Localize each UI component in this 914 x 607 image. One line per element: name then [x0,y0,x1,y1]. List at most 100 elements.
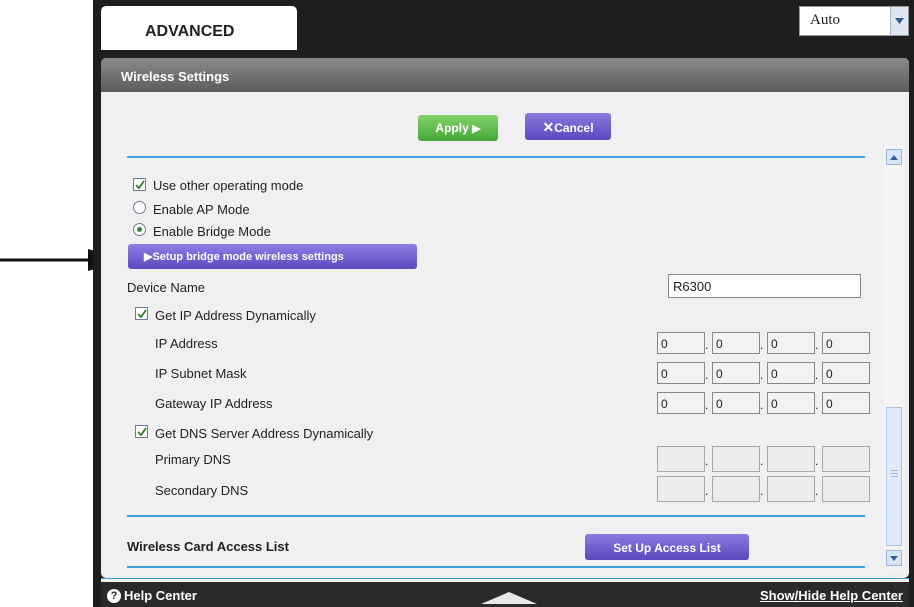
octet-separator: . [760,338,764,352]
octet-value: 0 [661,337,668,351]
device-name-label: Device Name [127,280,206,295]
octet-value: 0 [716,337,723,351]
secondary-dns-octet-1[interactable] [657,476,705,502]
ip-address-octet-4[interactable]: 0 [822,332,870,354]
bridge-mode-label: Enable Bridge Mode [153,224,271,239]
primary-dns-octet-4[interactable] [822,446,870,472]
help-center-link[interactable]: ? Help Center [107,588,197,603]
checkmark-icon [136,427,147,436]
octet-value: 0 [826,397,833,411]
octet-value: 0 [716,367,723,381]
panel-title: Wireless Settings [101,58,909,92]
play-triangle-icon: ▶ [472,123,481,135]
primary-dns-octet-3[interactable] [767,446,815,472]
language-select[interactable]: Auto [799,6,909,36]
octet-separator: . [705,368,709,382]
router-admin-window: ADVANCED Auto Wireless Settings Apply ▶ … [93,0,914,607]
tab-advanced[interactable]: ADVANCED [101,6,297,50]
scrollbar-thumb[interactable] [886,407,902,546]
cancel-button[interactable]: ✕Cancel [525,113,611,140]
language-select-value: Auto [810,12,840,28]
octet-separator: . [705,338,709,352]
setup-bridge-mode-button[interactable]: ▶Setup bridge mode wireless settings [128,244,417,269]
octet-value: 0 [716,397,723,411]
octet-value: 0 [771,397,778,411]
octet-separator: . [815,338,819,352]
get-dns-dynamically-label: Get DNS Server Address Dynamically [155,426,374,441]
checkmark-icon [136,309,147,318]
octet-separator: . [815,454,819,468]
subnet-mask-octet-4[interactable]: 0 [822,362,870,384]
scroll-down-icon[interactable] [886,550,902,566]
primary-dns-octet-2[interactable] [712,446,760,472]
gateway-ip-octet-3[interactable]: 0 [767,392,815,414]
octet-separator: . [705,398,709,412]
help-center-label: Help Center [124,588,197,603]
expand-help-handle[interactable] [481,592,537,604]
show-hide-help-link[interactable]: Show/Hide Help Center [760,588,903,603]
gateway-ip-octet-4[interactable]: 0 [822,392,870,414]
octet-separator: . [760,454,764,468]
secondary-dns-octet-3[interactable] [767,476,815,502]
primary-dns-label: Primary DNS [155,452,231,467]
octet-value: 0 [826,367,833,381]
set-up-access-list-label: Set Up Access List [613,541,721,555]
apply-label: Apply [435,121,469,135]
subnet-mask-octet-2[interactable]: 0 [712,362,760,384]
get-ip-dynamically-checkbox[interactable] [135,307,148,320]
ip-address-octet-3[interactable]: 0 [767,332,815,354]
help-icon: ? [107,588,121,603]
checkmark-icon [134,180,145,189]
subnet-mask-octet-1[interactable]: 0 [657,362,705,384]
scroll-up-icon[interactable] [886,149,902,165]
divider-bottom [127,566,865,568]
setup-bridge-mode-label: Setup bridge mode wireless settings [152,251,344,263]
subnet-mask-octet-3[interactable]: 0 [767,362,815,384]
footer-bar: ? Help Center Show/Hide Help Center [101,582,909,607]
octet-value: 0 [661,397,668,411]
octet-separator: . [815,484,819,498]
get-ip-dynamically-label: Get IP Address Dynamically [155,308,316,323]
octet-separator: . [815,368,819,382]
set-up-access-list-button[interactable]: Set Up Access List [585,534,749,560]
gateway-ip-octet-1[interactable]: 0 [657,392,705,414]
wireless-settings-panel: Wireless Settings Apply ▶ ✕Cancel Use ot… [101,58,909,578]
octet-value: 0 [771,367,778,381]
ip-address-octet-2[interactable]: 0 [712,332,760,354]
ip-address-label: IP Address [155,336,218,351]
divider-top [127,156,865,158]
use-other-mode-checkbox[interactable] [133,178,146,191]
dropdown-arrow-icon[interactable] [890,7,908,35]
panel-title-text: Wireless Settings [121,69,230,84]
apply-button[interactable]: Apply ▶ [418,115,498,141]
octet-separator: . [760,398,764,412]
subnet-mask-label: IP Subnet Mask [155,366,247,381]
vertical-scrollbar[interactable] [884,145,904,570]
x-icon: ✕ [542,119,555,135]
gateway-ip-label: Gateway IP Address [155,396,273,411]
device-name-value: R6300 [673,279,712,294]
device-name-input[interactable]: R6300 [668,274,861,298]
access-list-title: Wireless Card Access List [127,539,289,554]
octet-separator: . [705,454,709,468]
ap-mode-label: Enable AP Mode [153,202,250,217]
bridge-mode-radio[interactable] [133,223,146,236]
secondary-dns-octet-4[interactable] [822,476,870,502]
octet-value: 0 [661,367,668,381]
help-footer: ? Help Center Show/Hide Help Center [101,578,909,607]
primary-dns-octet-1[interactable] [657,446,705,472]
secondary-dns-label: Secondary DNS [155,483,249,498]
get-dns-dynamically-checkbox[interactable] [135,425,148,438]
gateway-ip-octet-2[interactable]: 0 [712,392,760,414]
use-other-mode-label: Use other operating mode [153,178,304,193]
octet-value: 0 [826,337,833,351]
tab-advanced-label: ADVANCED [145,23,235,40]
octet-value: 0 [771,337,778,351]
cancel-label: Cancel [554,121,594,135]
octet-separator: . [815,398,819,412]
ip-address-octet-1[interactable]: 0 [657,332,705,354]
secondary-dns-octet-2[interactable] [712,476,760,502]
octet-separator: . [760,484,764,498]
ap-mode-radio[interactable] [133,201,146,214]
octet-separator: . [705,484,709,498]
